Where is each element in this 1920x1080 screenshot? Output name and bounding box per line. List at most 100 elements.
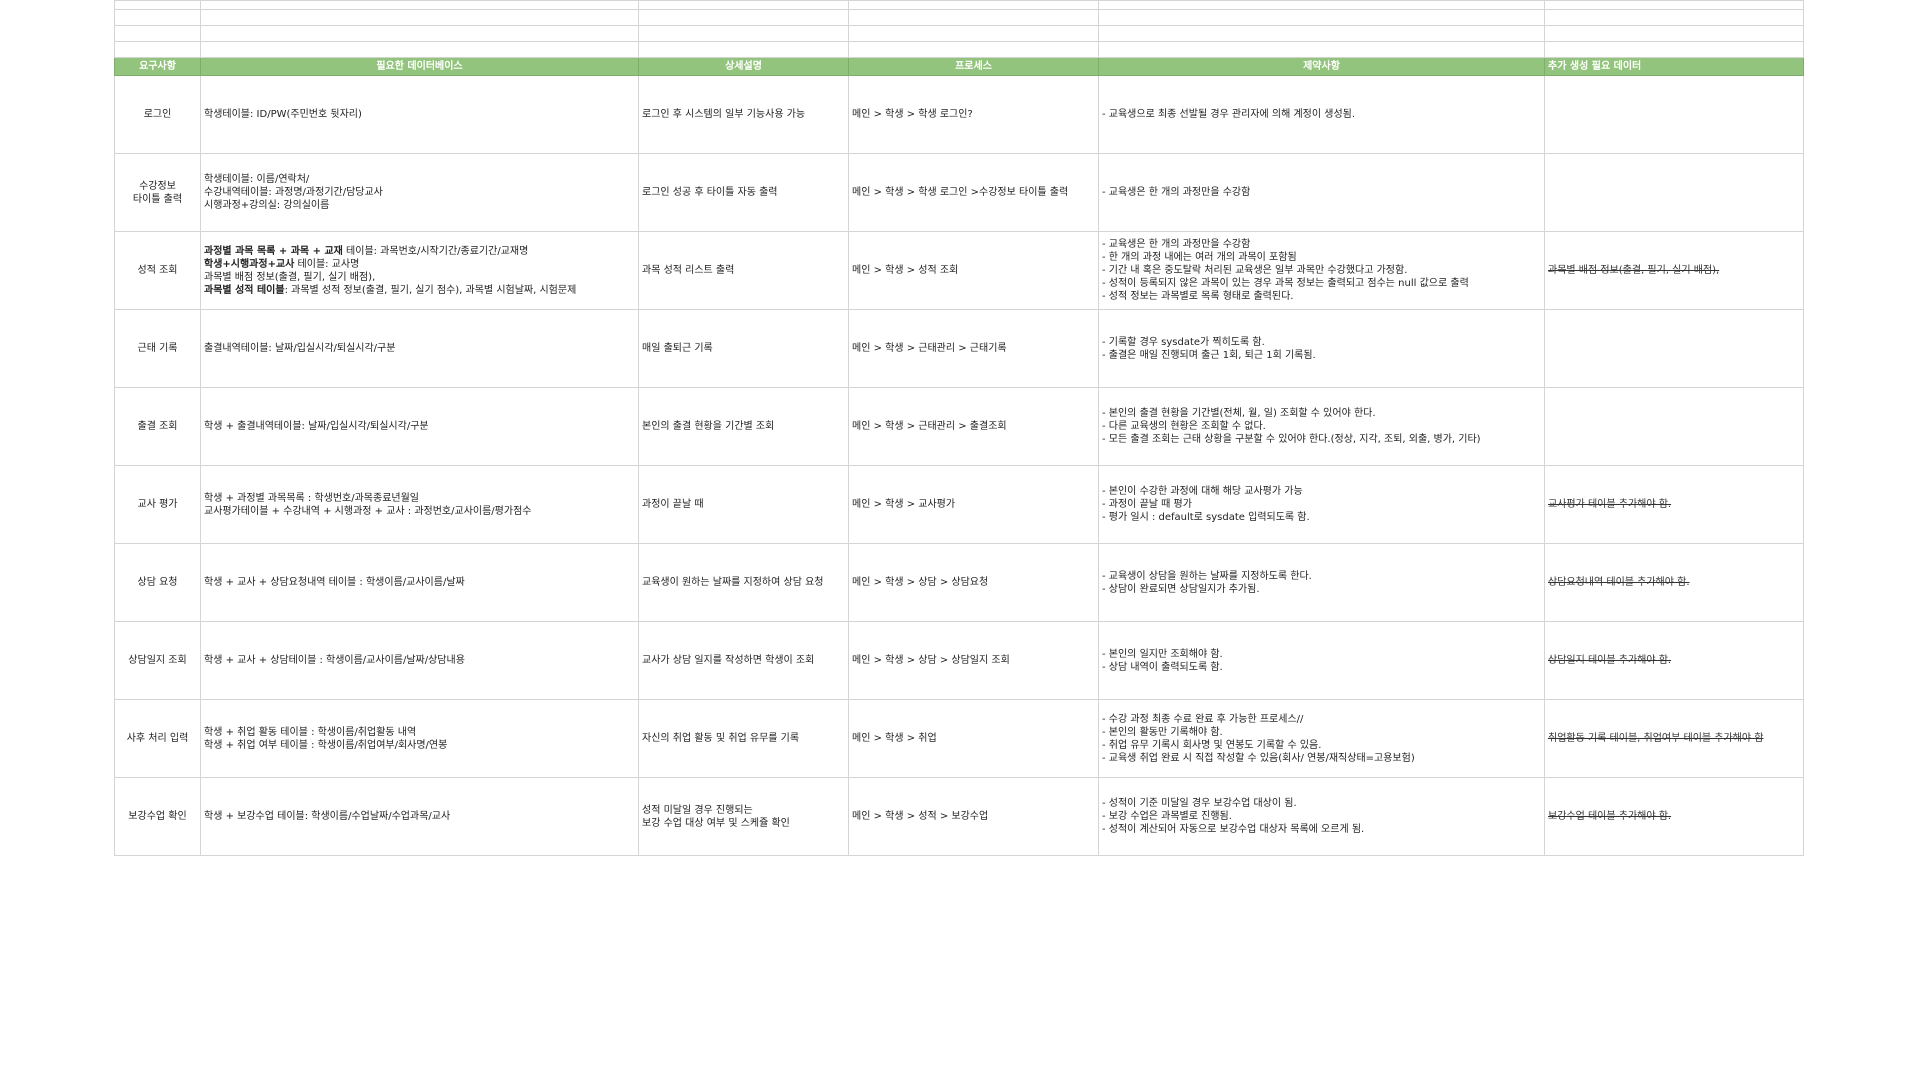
additional-text: 상담요청내역 테이블 추가해야 함. — [1548, 577, 1690, 588]
constraint-text: - 평가 일시 : default로 sysdate 입력되도록 함. — [1102, 512, 1310, 523]
constraints-cell[interactable]: - 성적이 기준 미달일 경우 보강수업 대상이 됨. - 보강 수업은 과목별로… — [1098, 777, 1545, 856]
process-cell[interactable]: 메인 > 학생 > 상담 > 상담일지 조회 — [848, 621, 1099, 700]
empty-cell[interactable] — [1098, 9, 1545, 26]
database-cell[interactable]: 학생 + 취업 활동 테이블 : 학생이름/취업활동 내역 학생 + 취업 여부 … — [200, 699, 639, 778]
constraint-text: - 과정이 끝날 때 평가 — [1102, 499, 1192, 510]
detail-cell[interactable]: 자신의 취업 활동 및 취업 유무를 기록 — [638, 699, 849, 778]
constraints-cell[interactable]: - 교육생은 한 개의 과정만을 수강함 - 한 개의 과정 내에는 여러 개의 … — [1098, 231, 1545, 310]
empty-cell[interactable] — [114, 25, 201, 42]
process-cell[interactable]: 메인 > 학생 > 취업 — [848, 699, 1099, 778]
database-cell[interactable]: 학생 + 교사 + 상담요청내역 테이블 : 학생이름/교사이름/날짜 — [200, 543, 639, 622]
empty-cell[interactable] — [114, 41, 201, 58]
constraints-cell[interactable]: - 교육생으로 최종 선발될 경우 관리자에 의해 계정이 생성됨. — [1098, 75, 1545, 154]
detail-cell[interactable]: 로그인 성공 후 타이틀 자동 출력 — [638, 153, 849, 232]
database-cell[interactable]: 학생 + 교사 + 상담테이블 : 학생이름/교사이름/날짜/상담내용 — [200, 621, 639, 700]
header-additional[interactable]: 추가 생성 필요 데이터 — [1544, 57, 1804, 76]
requirement-cell[interactable]: 보강수업 확인 — [114, 777, 201, 856]
database-cell[interactable]: 학생 + 과정별 과목목록 : 학생번호/과목종료년월일 교사평가테이블 + 수강… — [200, 465, 639, 544]
database-cell[interactable]: 과정별 과목 목록 + 과목 + 교재 테이블: 과목번호/시작기간/종료기간/… — [200, 231, 639, 310]
empty-cell[interactable] — [1098, 25, 1545, 42]
constraint-text: - 교육생은 한 개의 과정만을 수강함 — [1102, 187, 1251, 198]
additional-cell[interactable] — [1544, 309, 1804, 388]
empty-cell[interactable] — [200, 41, 639, 58]
empty-cell[interactable] — [848, 41, 1099, 58]
detail-cell[interactable]: 본인의 출결 현황을 기간별 조회 — [638, 387, 849, 466]
additional-cell[interactable]: 취업활동 기록 테이블, 취업여부 테이블 추가해야 함 — [1544, 699, 1804, 778]
requirement-cell[interactable]: 교사 평가 — [114, 465, 201, 544]
empty-cell[interactable] — [638, 0, 849, 10]
process-cell[interactable]: 메인 > 학생 > 교사평가 — [848, 465, 1099, 544]
detail-cell[interactable]: 매일 출퇴근 기록 — [638, 309, 849, 388]
empty-cell[interactable] — [848, 0, 1099, 10]
requirement-cell[interactable]: 로그인 — [114, 75, 201, 154]
process-cell[interactable]: 메인 > 학생 > 성적 조회 — [848, 231, 1099, 310]
constraints-cell[interactable]: - 본인의 출결 현황을 기간별(전체, 월, 일) 조회할 수 있어야 한다.… — [1098, 387, 1545, 466]
additional-cell[interactable]: 과목별 배점 정보(출결, 필기, 실기 배점), — [1544, 231, 1804, 310]
empty-cell[interactable] — [200, 9, 639, 26]
empty-cell[interactable] — [638, 25, 849, 42]
database-text: 테이블: 과목번호/시작기간/종료기간/교재명 — [342, 245, 529, 257]
detail-cell[interactable]: 과목 성적 리스트 출력 — [638, 231, 849, 310]
database-line: 교사평가테이블 + 수강내역 + 시행과정 + 교사 : 과정번호/교사이름/평… — [204, 505, 635, 518]
process-cell[interactable]: 메인 > 학생 > 성적 > 보강수업 — [848, 777, 1099, 856]
empty-cell[interactable] — [200, 0, 639, 10]
table-row: 로그인 학생테이블: ID/PW(주민번호 뒷자리) 로그인 후 시스템의 일부 기… — [114, 75, 1804, 154]
requirement-cell[interactable]: 근태 기록 — [114, 309, 201, 388]
header-database[interactable]: 필요한 데이터베이스 — [200, 57, 639, 76]
detail-cell[interactable]: 과정이 끝날 때 — [638, 465, 849, 544]
additional-cell[interactable] — [1544, 153, 1804, 232]
database-cell[interactable]: 출결내역테이블: 날짜/입실시각/퇴실시각/구분 — [200, 309, 639, 388]
empty-cell[interactable] — [848, 9, 1099, 26]
constraints-cell[interactable]: - 기록할 경우 sysdate가 찍히도록 함. - 출결은 매일 진행되며 출… — [1098, 309, 1545, 388]
empty-cell[interactable] — [1544, 0, 1804, 10]
detail-cell[interactable]: 교육생이 원하는 날짜를 지정하여 상담 요청 — [638, 543, 849, 622]
requirement-text: 상담일지 조회 — [128, 655, 187, 666]
database-text: 학생테이블: 이름/연락처/ — [204, 174, 310, 185]
constraints-cell[interactable]: - 수강 과정 최종 수료 완료 후 가능한 프로세스//- 본인의 활동만 기… — [1098, 699, 1545, 778]
process-cell[interactable]: 메인 > 학생 > 근태관리 > 근태기록 — [848, 309, 1099, 388]
empty-cell[interactable] — [1544, 25, 1804, 42]
additional-cell[interactable]: 상담요청내역 테이블 추가해야 함. — [1544, 543, 1804, 622]
requirement-cell[interactable]: 수강정보 타이틀 출력 — [114, 153, 201, 232]
additional-cell[interactable] — [1544, 387, 1804, 466]
database-cell[interactable]: 학생테이블: 이름/연락처/수강내역테이블: 과정명/과정기간/담당교사 시행과정… — [200, 153, 639, 232]
empty-cell[interactable] — [200, 25, 639, 42]
requirement-cell[interactable]: 상담 요청 — [114, 543, 201, 622]
additional-cell[interactable]: 교사평가 테이블 추가해야 함. — [1544, 465, 1804, 544]
database-cell[interactable]: 학생 + 보강수업 테이블: 학생이름/수업날짜/수업과목/교사 — [200, 777, 639, 856]
additional-cell[interactable] — [1544, 75, 1804, 154]
requirement-cell[interactable]: 성적 조회 — [114, 231, 201, 310]
empty-cell[interactable] — [114, 9, 201, 26]
requirement-cell[interactable]: 사후 처리 입력 — [114, 699, 201, 778]
process-cell[interactable]: 메인 > 학생 > 상담 > 상담요청 — [848, 543, 1099, 622]
empty-cell[interactable] — [638, 41, 849, 58]
process-text: 메인 > 학생 > 상담 > 상담일지 조회 — [852, 655, 1010, 666]
requirement-cell[interactable]: 출결 조회 — [114, 387, 201, 466]
constraints-cell[interactable]: - 교육생이 상담을 원하는 날짜를 지정하도록 한다. - 상담이 완료되면 상… — [1098, 543, 1545, 622]
empty-cell[interactable] — [1544, 41, 1804, 58]
requirement-cell[interactable]: 상담일지 조회 — [114, 621, 201, 700]
process-cell[interactable]: 메인 > 학생 > 학생 로그인 >수강정보 타이틀 출력 — [848, 153, 1099, 232]
detail-cell[interactable]: 로그인 후 시스템의 일부 기능사용 가능 — [638, 75, 849, 154]
constraints-cell[interactable]: - 본인의 일지만 조회해야 함. - 상담 내역이 출력되도록 함. — [1098, 621, 1545, 700]
additional-cell[interactable]: 상담일지 테이블 추가해야 함. — [1544, 621, 1804, 700]
empty-cell[interactable] — [638, 9, 849, 26]
empty-cell[interactable] — [114, 0, 201, 10]
empty-cell[interactable] — [848, 25, 1099, 42]
empty-cell[interactable] — [1544, 9, 1804, 26]
empty-cell[interactable] — [1098, 41, 1545, 58]
additional-cell[interactable]: 보강수업 테이블 추가해야 함. — [1544, 777, 1804, 856]
process-cell[interactable]: 메인 > 학생 > 학생 로그인? — [848, 75, 1099, 154]
detail-cell[interactable]: 교사가 상담 일지를 작성하면 학생이 조회 — [638, 621, 849, 700]
empty-cell[interactable] — [1098, 0, 1545, 10]
database-cell[interactable]: 학생테이블: ID/PW(주민번호 뒷자리) — [200, 75, 639, 154]
header-requirement[interactable]: 요구사항 — [114, 57, 201, 76]
header-constraints[interactable]: 제약사항 — [1098, 57, 1545, 76]
constraints-cell[interactable]: - 교육생은 한 개의 과정만을 수강함 — [1098, 153, 1545, 232]
header-process[interactable]: 프로세스 — [848, 57, 1099, 76]
constraints-cell[interactable]: - 본인이 수강한 과정에 대해 해당 교사평가 가능 - 과정이 끝날 때 평가… — [1098, 465, 1545, 544]
database-cell[interactable]: 학생 + 출결내역테이블: 날짜/입실시각/퇴실시각/구분 — [200, 387, 639, 466]
header-detail[interactable]: 상세설명 — [638, 57, 849, 76]
process-cell[interactable]: 메인 > 학생 > 근태관리 > 출결조회 — [848, 387, 1099, 466]
detail-cell[interactable]: 성적 미달일 경우 진행되는 보강 수업 대상 여부 및 스케쥴 확인 — [638, 777, 849, 856]
